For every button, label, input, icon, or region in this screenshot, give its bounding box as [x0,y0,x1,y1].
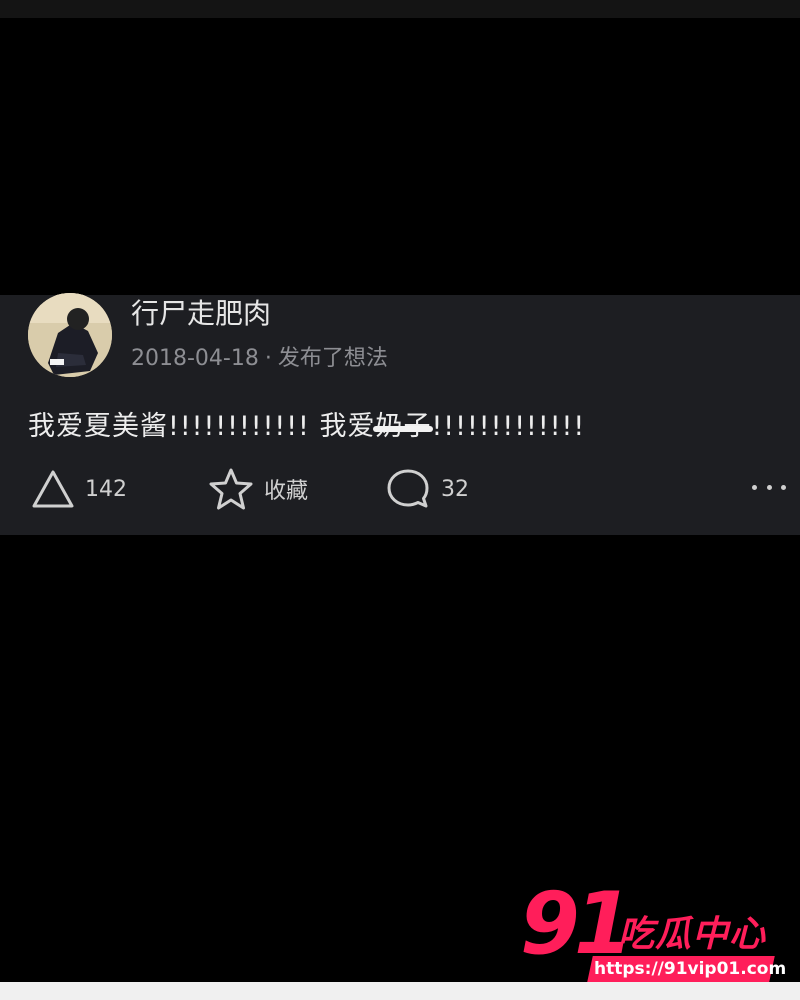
post-content: 我爱夏美酱!!!!!!!!!!!! 我爱奶子!!!!!!!!!!!!! [28,408,585,446]
avatar-image [28,293,112,377]
comment-count: 32 [441,476,469,502]
more-dot [752,484,757,490]
watermark-title: 吃瓜中心 [618,914,767,955]
more-dot [781,484,786,490]
watermark-url: https://91vip01.com [594,959,787,979]
post-text-part2: !!!!!!!!!!!!! [431,411,586,442]
avatar[interactable] [28,293,112,377]
favorite-button[interactable]: 收藏 [208,467,308,511]
like-triangle-icon [31,469,75,509]
status-bar [0,0,800,18]
like-button[interactable]: 142 [31,467,127,511]
post-text-part1: 我爱夏美酱!!!!!!!!!!!! 我爱 [28,411,376,442]
post-meta: 2018-04-18 · 发布了想法 [131,344,388,374]
like-count: 142 [85,476,127,502]
post-date: 2018-04-18 [131,346,259,371]
comment-bubble-icon [385,468,431,510]
more-dots-icon[interactable] [752,475,786,499]
more-dot [766,484,772,490]
username[interactable]: 行尸走肥肉 [131,296,271,332]
favorite-label: 收藏 [264,479,309,504]
comment-button[interactable]: 32 [385,467,469,511]
meta-separator: · [264,346,272,371]
post-action-text: 发布了想法 [277,346,388,371]
watermark: 91 吃瓜中心 https://91vip01.com [520,874,787,982]
censored-text: 奶子 [375,411,432,442]
bottom-bar [0,982,800,1000]
star-icon [208,468,254,510]
